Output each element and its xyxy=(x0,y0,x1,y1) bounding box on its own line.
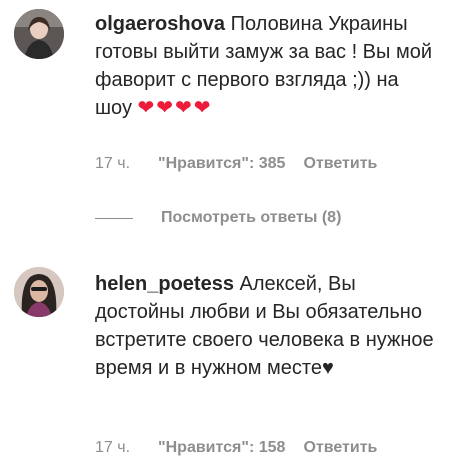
heart-emoji-icon: ❤❤❤❤ xyxy=(137,97,213,119)
avatar[interactable] xyxy=(14,9,64,59)
avatar-photo-icon xyxy=(14,267,64,317)
comment-meta: 17 ч. "Нравится": 158 Ответить xyxy=(95,439,377,457)
avatar[interactable] xyxy=(14,267,64,317)
view-replies-label: Посмотреть ответы (8) xyxy=(161,209,342,226)
divider-line xyxy=(95,217,133,219)
comment-body: helen_poetess Алексей, Вы достойны любви… xyxy=(95,270,435,382)
reply-button[interactable]: Ответить xyxy=(303,439,377,457)
comment-username[interactable]: helen_poetess xyxy=(95,273,234,295)
avatar-photo-icon xyxy=(14,9,64,59)
comment-likes[interactable]: "Нравится": 158 xyxy=(158,439,285,457)
comment-meta: 17 ч. "Нравится": 385 Ответить xyxy=(95,155,377,173)
comment-time[interactable]: 17 ч. xyxy=(95,155,130,173)
reply-button[interactable]: Ответить xyxy=(303,155,377,173)
comment-time[interactable]: 17 ч. xyxy=(95,439,130,457)
comment-body: olgaeroshova Половина Украины готовы вый… xyxy=(95,10,435,122)
view-replies-button[interactable]: Посмотреть ответы (8) xyxy=(95,209,341,227)
comment-likes[interactable]: "Нравится": 385 xyxy=(158,155,285,173)
comment-username[interactable]: olgaeroshova xyxy=(95,13,225,35)
